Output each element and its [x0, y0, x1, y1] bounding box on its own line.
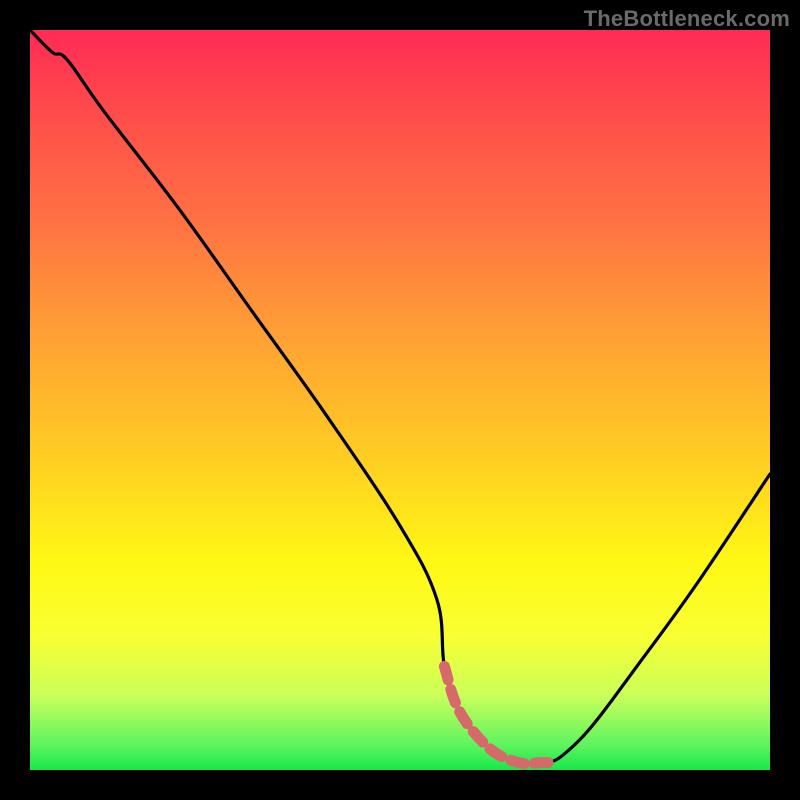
plot-area	[30, 30, 770, 770]
chart-frame: TheBottleneck.com	[0, 0, 800, 800]
watermark-text: TheBottleneck.com	[584, 6, 790, 32]
curve-svg	[30, 30, 770, 770]
bottleneck-curve	[30, 30, 770, 764]
highlight-segment	[444, 666, 548, 763]
